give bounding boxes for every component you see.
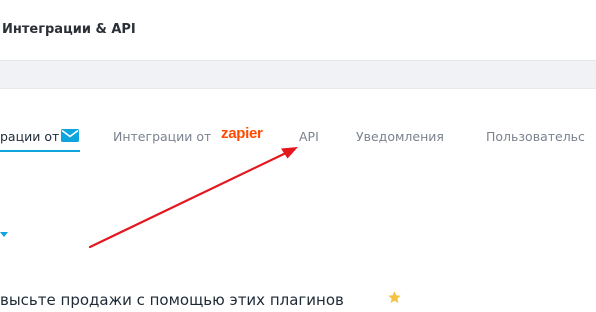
tab-api[interactable]: API [299,129,319,145]
page-title: Интеграции & API [2,22,136,37]
tab-label: Пользовательс [486,129,585,144]
page-header: Интеграции & API [0,0,596,61]
active-tab-indicator [0,150,80,152]
tab-integrations-email[interactable]: рации от [0,129,59,145]
star-icon [388,291,401,303]
tab-label: Интеграции от [113,129,212,144]
tab-notifications[interactable]: Уведомления [356,129,444,145]
tab-label: рации от [0,129,60,144]
chevron-down-icon[interactable] [0,232,8,238]
tab-custom[interactable]: Пользовательс [486,129,585,145]
tab-label: Уведомления [356,129,444,144]
promo-heading: высьте продажи с помощью этих плагинов [0,291,344,309]
toolbar-strip [0,61,596,89]
envelope-icon [61,129,79,142]
tab-integrations-zapier[interactable]: Интеграции от [113,129,211,145]
zapier-logo: zapier [221,125,263,142]
tab-label: API [299,129,319,144]
page: Интеграции & API рации от Интеграции от … [0,0,596,312]
